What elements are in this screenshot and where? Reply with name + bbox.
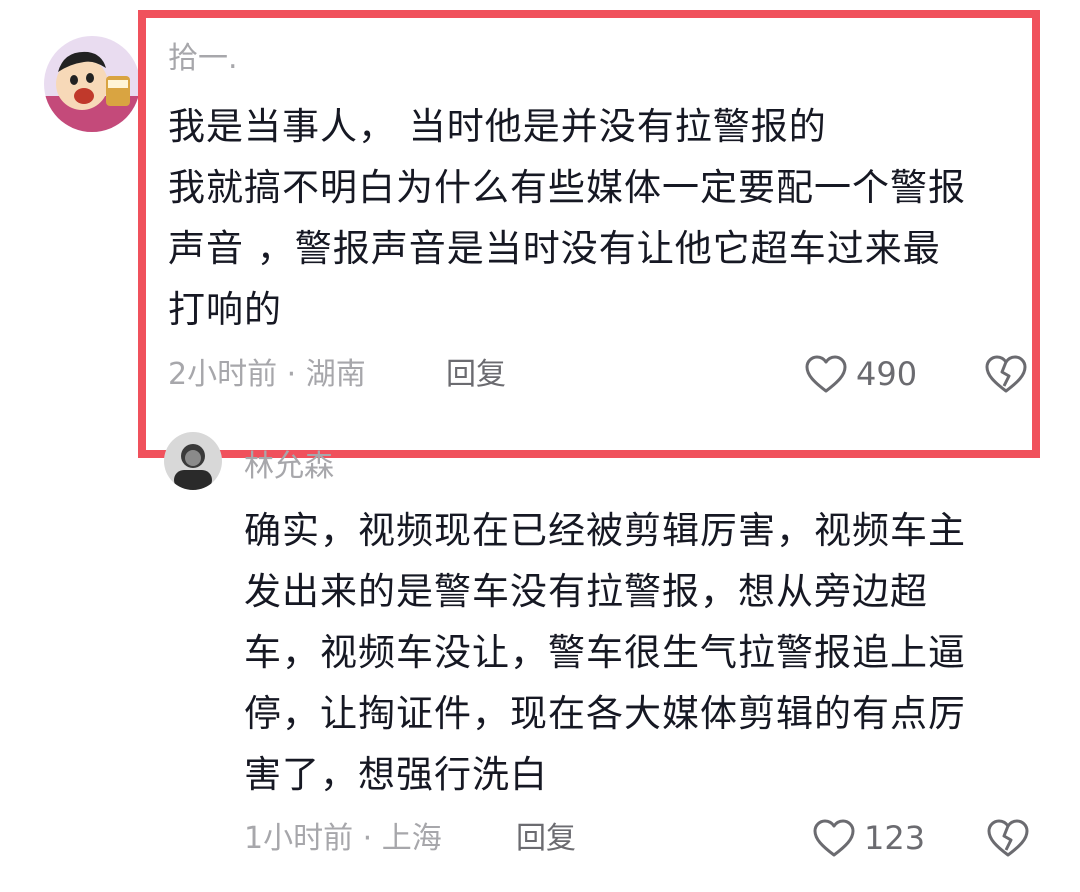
comment-line: 发出来的是警车没有拉警报，想从旁边超 xyxy=(244,570,928,613)
comment-meta: 2小时前 · 湖南 xyxy=(168,357,366,392)
comment-line: 停，让掏证件，现在各大媒体剪辑的有点厉 xyxy=(244,692,966,735)
username[interactable]: 拾一. xyxy=(168,44,238,74)
comment-meta: 1小时前 · 上海 xyxy=(244,821,442,856)
avatar[interactable] xyxy=(164,432,222,490)
comment-line: 确实，视频现在已经被剪辑厉害，视频车主 xyxy=(244,509,966,552)
dislike-button[interactable] xyxy=(986,818,1030,862)
heart-icon xyxy=(805,355,847,393)
broken-heart-icon xyxy=(985,355,1027,393)
comment-line: 打响的 xyxy=(168,288,282,331)
comment-text: 我是当事人， 当时他是并没有拉警报的 我就搞不明白为什么有些媒体一定要配一个警报… xyxy=(168,96,966,340)
comment-line: 声音 ，警报声音是当时没有让他它超车过来最 xyxy=(168,227,941,270)
like-button[interactable]: 123 xyxy=(812,818,925,858)
like-button[interactable]: 490 xyxy=(804,354,917,394)
comment-line: 害了，想强行洗白 xyxy=(244,753,548,796)
comment-text: 确实，视频现在已经被剪辑厉害，视频车主 发出来的是警车没有拉警报，想从旁边超 车… xyxy=(244,500,966,805)
comment-line: 我就搞不明白为什么有些媒体一定要配一个警报 xyxy=(168,166,966,209)
dislike-button[interactable] xyxy=(984,354,1028,398)
comment-line: 车，视频车没让，警车很生气拉警报追上逼 xyxy=(244,631,966,674)
broken-heart-icon xyxy=(987,819,1029,857)
heart-icon xyxy=(813,819,855,857)
cartoon-boy-avatar-icon xyxy=(44,36,140,132)
person-photo-avatar-icon xyxy=(164,432,222,490)
comment-line: 我是当事人， 当时他是并没有拉警报的 xyxy=(168,105,827,148)
reply-button[interactable]: 回复 xyxy=(516,824,576,854)
reply-button[interactable]: 回复 xyxy=(446,360,506,390)
like-count: 123 xyxy=(864,819,926,857)
avatar[interactable] xyxy=(44,36,140,132)
like-count: 490 xyxy=(856,355,918,393)
username[interactable]: 林允森 xyxy=(244,452,334,482)
